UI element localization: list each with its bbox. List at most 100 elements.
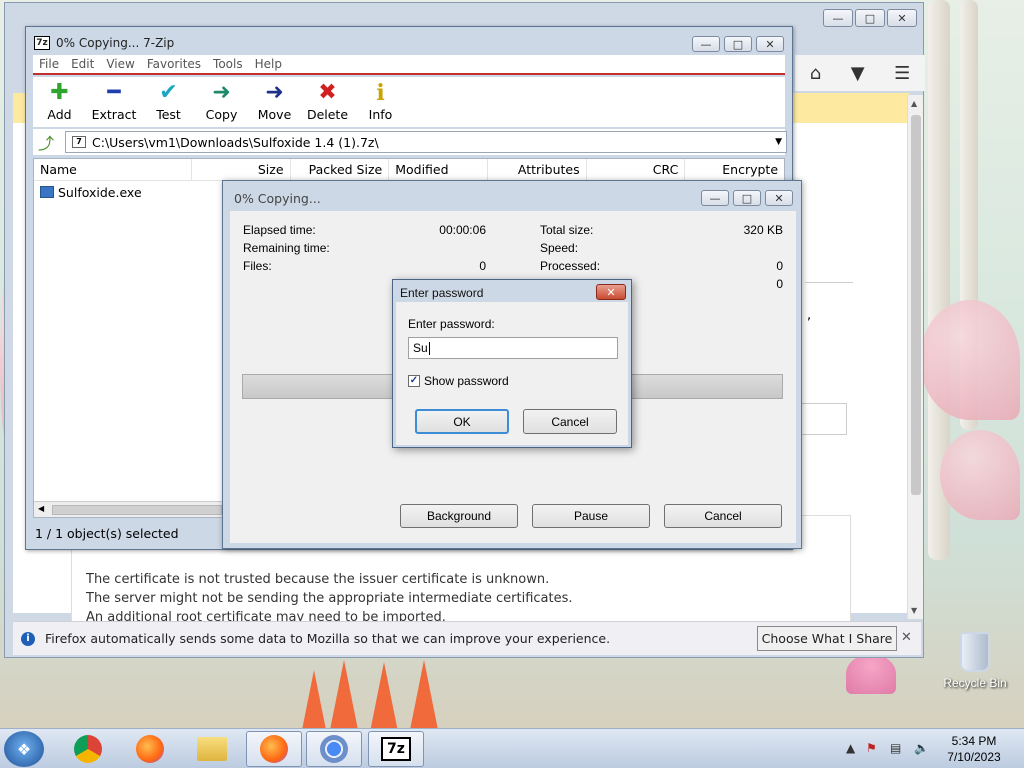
copy-icon: ➜ bbox=[212, 80, 231, 105]
taskbar-firefox[interactable] bbox=[122, 731, 178, 767]
checkbox-checked-icon[interactable]: ✓ bbox=[408, 375, 420, 387]
delete-icon: ✖ bbox=[318, 80, 337, 105]
taskbar-chrome-active[interactable] bbox=[306, 731, 362, 767]
dialog-title: 0% Copying... bbox=[234, 191, 321, 206]
dialog-title: Enter password bbox=[400, 286, 484, 300]
file-name: Sulfoxide.exe bbox=[58, 184, 142, 200]
pocket-icon[interactable]: ▼ bbox=[851, 63, 865, 84]
taskbar-file-explorer[interactable] bbox=[184, 731, 240, 767]
info-button[interactable]: i Info bbox=[354, 77, 407, 122]
files-label: Files: bbox=[243, 259, 272, 273]
column-crc[interactable]: CRC bbox=[587, 159, 686, 181]
dialog-body: Enter password: Su ✓ Show password OK Ca… bbox=[396, 302, 628, 445]
column-encrypted[interactable]: Encrypte bbox=[685, 159, 784, 181]
recycle-bin-shortcut[interactable]: Recycle Bin bbox=[940, 632, 1010, 690]
close-button[interactable]: ✕ bbox=[765, 190, 793, 206]
taskbar-chrome[interactable] bbox=[60, 731, 116, 767]
cancel-button[interactable]: Cancel bbox=[523, 409, 617, 434]
scroll-left-icon[interactable]: ◀ bbox=[38, 504, 44, 513]
files-value: 0 bbox=[479, 259, 486, 273]
cert-line: The certificate is not trusted because t… bbox=[86, 572, 550, 587]
elapsed-time-value: 00:00:06 bbox=[439, 223, 486, 237]
delete-button[interactable]: ✖ Delete bbox=[301, 77, 354, 123]
close-button[interactable]: ✕ bbox=[887, 9, 917, 27]
menu-bar: File Edit View Favorites Tools Help bbox=[33, 55, 785, 75]
column-attributes[interactable]: Attributes bbox=[488, 159, 587, 181]
menu-favorites[interactable]: Favorites bbox=[141, 57, 207, 71]
menu-icon[interactable]: ☰ bbox=[894, 63, 910, 84]
delete-label: Delete bbox=[306, 107, 349, 122]
clock-time: 5:34 PM bbox=[951, 734, 997, 748]
show-hidden-icons-icon[interactable]: ▲ bbox=[846, 741, 855, 755]
firefox-window-controls: — □ ✕ bbox=[823, 9, 917, 27]
processed-value: 0 bbox=[776, 259, 783, 273]
page-input-field[interactable] bbox=[795, 403, 847, 435]
menu-help[interactable]: Help bbox=[249, 57, 288, 71]
menu-edit[interactable]: Edit bbox=[65, 57, 100, 71]
maximize-button[interactable]: □ bbox=[855, 9, 885, 27]
copy-label: Copy bbox=[205, 107, 238, 122]
clock-date: 7/10/2023 bbox=[947, 750, 1001, 764]
chevron-down-icon[interactable]: ▼ bbox=[775, 137, 782, 147]
test-button[interactable]: ✔ Test bbox=[142, 77, 195, 123]
scroll-down-icon[interactable]: ▼ bbox=[911, 606, 917, 615]
taskbar-firefox-active[interactable] bbox=[246, 731, 302, 767]
minimize-button[interactable]: — bbox=[823, 9, 853, 27]
ok-button[interactable]: OK bbox=[415, 409, 509, 434]
extract-button[interactable]: ━ Extract bbox=[86, 77, 142, 123]
column-modified[interactable]: Modified bbox=[389, 159, 488, 181]
volume-muted-icon[interactable]: 🔈 bbox=[914, 741, 929, 755]
close-button[interactable]: ✕ bbox=[756, 36, 784, 52]
firefox-toolbar: ⌂ ▼ ☰ bbox=[795, 55, 925, 91]
column-name[interactable]: Name bbox=[34, 159, 192, 181]
7zip-icon: 7z bbox=[381, 737, 411, 761]
menu-tools[interactable]: Tools bbox=[207, 57, 249, 71]
desktop-cupcake bbox=[846, 654, 896, 694]
move-icon: ➜ bbox=[265, 80, 284, 105]
choose-what-i-share-button[interactable]: Choose What I Share bbox=[757, 626, 897, 651]
taskbar: ❖ 7z ▲ ⚑ ▤ 🔈 5:34 PM 7/10/2023 bbox=[0, 728, 1024, 768]
menu-view[interactable]: View bbox=[100, 57, 140, 71]
scroll-thumb[interactable] bbox=[52, 505, 222, 515]
desktop-flower bbox=[370, 662, 398, 732]
column-packed-size[interactable]: Packed Size bbox=[291, 159, 390, 181]
move-button[interactable]: ➜ Move bbox=[248, 77, 301, 123]
password-dialog[interactable]: Enter password ✕ Enter password: Su ✓ Sh… bbox=[392, 279, 632, 448]
network-icon[interactable]: ▤ bbox=[890, 741, 901, 755]
pause-button[interactable]: Pause bbox=[532, 504, 650, 528]
maximize-button[interactable]: □ bbox=[733, 190, 761, 206]
chrome-icon bbox=[74, 735, 102, 763]
maximize-button[interactable]: □ bbox=[724, 36, 752, 52]
address-combobox[interactable]: 7 C:\Users\vm1\Downloads\Sulfoxide 1.4 (… bbox=[65, 131, 787, 153]
close-button[interactable]: ✕ bbox=[596, 284, 626, 300]
minimize-button[interactable]: — bbox=[692, 36, 720, 52]
password-input[interactable]: Su bbox=[408, 337, 618, 359]
extract-icon: ━ bbox=[107, 80, 121, 105]
start-button[interactable]: ❖ bbox=[4, 731, 44, 767]
system-clock[interactable]: 5:34 PM 7/10/2023 bbox=[936, 733, 1012, 765]
window-title: 7z 0% Copying... 7-Zip bbox=[34, 36, 174, 50]
scroll-up-icon[interactable]: ▲ bbox=[911, 99, 917, 108]
home-icon[interactable]: ⌂ bbox=[810, 63, 821, 84]
info-label: Info bbox=[368, 107, 393, 122]
copy-button[interactable]: ➜ Copy bbox=[195, 77, 248, 123]
window-controls: — □ ✕ bbox=[692, 36, 784, 52]
column-size[interactable]: Size bbox=[192, 159, 291, 181]
total-size-value: 320 KB bbox=[743, 223, 783, 237]
close-icon[interactable]: ✕ bbox=[901, 630, 912, 645]
background-button[interactable]: Background bbox=[400, 504, 518, 528]
horizontal-scrollbar[interactable]: ◀ bbox=[34, 501, 234, 517]
vertical-scrollbar[interactable]: ▲ ▼ bbox=[907, 95, 923, 619]
taskbar-7zip[interactable]: 7z bbox=[368, 731, 424, 767]
minimize-button[interactable]: — bbox=[701, 190, 729, 206]
menu-file[interactable]: File bbox=[33, 57, 65, 71]
show-password-checkbox[interactable]: ✓ Show password bbox=[408, 374, 509, 388]
test-icon: ✔ bbox=[159, 80, 178, 105]
cancel-button[interactable]: Cancel bbox=[664, 504, 782, 528]
folder-up-icon[interactable]: ⤴ bbox=[33, 130, 59, 154]
cert-line: The server might not be sending the appr… bbox=[86, 591, 573, 606]
action-center-icon[interactable]: ⚑ bbox=[866, 741, 877, 755]
add-button[interactable]: ✚ Add bbox=[33, 77, 86, 123]
scroll-thumb[interactable] bbox=[911, 115, 921, 495]
desktop-flower bbox=[330, 660, 358, 730]
